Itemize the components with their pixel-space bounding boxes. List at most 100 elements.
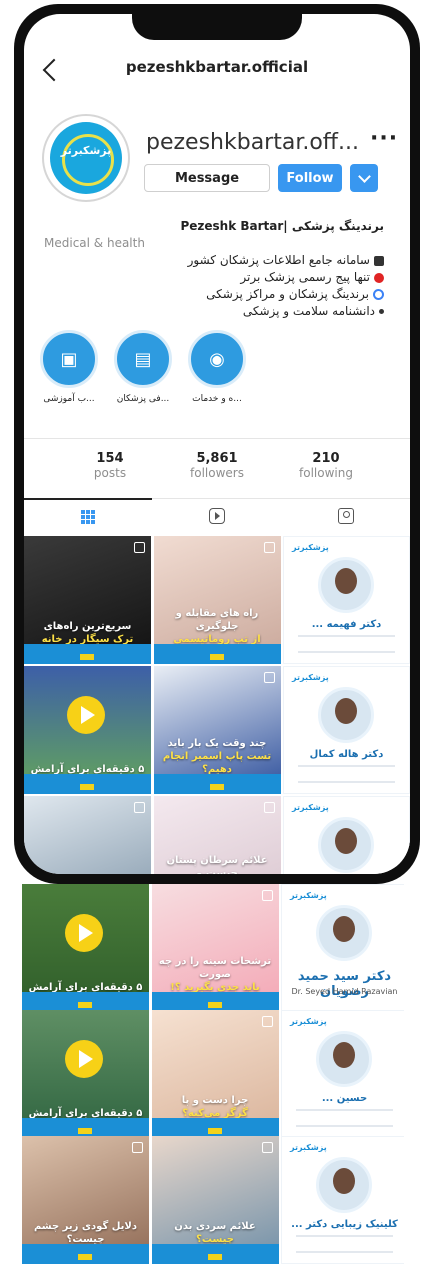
post-thumbnail[interactable]: چرا دست و پا گزگز می‌کنه؟ bbox=[151, 1010, 279, 1138]
message-button[interactable]: Message bbox=[144, 164, 270, 192]
brand-logo-small: پزشکبرتر bbox=[292, 803, 329, 812]
post-thumbnail[interactable]: ۵ دقیقه‌ای برای آرامش bbox=[22, 1010, 149, 1138]
stat-followers[interactable]: 5,861 followers bbox=[167, 451, 267, 480]
tab-tagged[interactable] bbox=[282, 499, 410, 533]
post-thumbnail[interactable]: علائم سرطان پستان چیست وچطور آنها را تشخ… bbox=[153, 796, 281, 874]
post-thumbnail[interactable]: چند وقت یک بار باید تست پاپ اسمیر انجام د… bbox=[153, 666, 281, 794]
post-caption: علائم سرطان پستان چیست وچطور آنها را تشخ… bbox=[158, 854, 277, 874]
post-thumbnail[interactable]: ترشحات سینه را در چه صورت باید جدی بگیرید… bbox=[151, 884, 279, 1012]
highlight-doctors[interactable]: ▤ ...فی پزشکان bbox=[110, 330, 176, 404]
avatar[interactable]: پزشکبرتر bbox=[42, 114, 130, 202]
play-icon bbox=[67, 696, 105, 734]
doctor-subtitle-lines bbox=[298, 765, 395, 783]
doctor-name-english: Dr. Seyed Hamid Razavian bbox=[291, 987, 398, 996]
chevron-down-icon bbox=[357, 169, 371, 183]
post-logo-tag bbox=[80, 784, 94, 790]
tagged-user-icon bbox=[338, 508, 354, 524]
doctor-post-thumbnail[interactable]: پزشکبرتر دکتر سید حمید رضویان Dr. Seyed Ha… bbox=[281, 884, 404, 1012]
highlight-services[interactable]: ◉ ...ه و خدمات bbox=[184, 330, 250, 404]
bullet-icon bbox=[379, 309, 384, 314]
doctor-name: دکتر فهیمه ... bbox=[311, 619, 382, 630]
magnifier-icon bbox=[373, 289, 384, 300]
doctor-photo bbox=[316, 1157, 372, 1213]
post-thumbnail[interactable]: ۵ دقیقه‌ای برای آرامش bbox=[24, 666, 151, 794]
stat-following[interactable]: 210 following bbox=[276, 451, 376, 480]
post-caption-text: علائم سردی بدن bbox=[174, 1221, 256, 1232]
bio-name: Pezeshk Bartar| برندینگ پزشکی bbox=[180, 219, 384, 233]
post-caption-text: چند وقت یک بار باید bbox=[167, 738, 267, 749]
doctor-subtitle-lines bbox=[296, 1235, 393, 1253]
stat-posts[interactable]: 154 posts bbox=[60, 451, 160, 480]
highlight-education[interactable]: ▣ ...ب آموزشی bbox=[36, 330, 102, 404]
post-caption: دلایل گودی زیر چشم چیست؟ bbox=[26, 1220, 145, 1246]
tab-reels[interactable] bbox=[153, 499, 281, 533]
doctor-post-thumbnail[interactable]: پزشکبرتر حسین ... bbox=[281, 1010, 404, 1138]
highlight-icon: ▤ bbox=[114, 330, 172, 388]
bio-line-text: تنها پیج رسمی پزشک برتر bbox=[240, 270, 370, 284]
post-caption-highlight: تست پاپ اسمیر انجام دهیم؟ bbox=[162, 751, 272, 775]
bio-line: برندینگ پزشکان و مراکز پزشکی bbox=[44, 286, 384, 303]
bio-line: تنها پیج رسمی پزشک برتر bbox=[44, 269, 384, 286]
brand-logo-small: پزشکبرتر bbox=[292, 543, 329, 552]
red-circle-icon bbox=[374, 272, 384, 283]
post-caption: علائم سردی بدن چیست؟ bbox=[156, 1220, 275, 1246]
carousel-icon bbox=[261, 890, 273, 901]
post-logo-tag bbox=[80, 654, 94, 660]
post-thumbnail[interactable]: سریع‌ترین راه‌های ترک سیگار در خانه bbox=[24, 536, 151, 664]
avatar-logo: پزشکبرتر bbox=[50, 122, 122, 194]
play-icon bbox=[65, 914, 103, 952]
post-caption: چرا دست و پا گزگز می‌کنه؟ bbox=[156, 1094, 275, 1120]
brand-logo-small: پزشکبرتر bbox=[290, 1143, 327, 1152]
post-thumbnail[interactable]: علائم سردی بدن چیست؟ bbox=[151, 1136, 279, 1264]
bio-line-text: دانشنامه سلامت و پزشکی bbox=[242, 304, 375, 318]
post-thumbnail[interactable]: ۵ دقیقه‌ای برای آرامش bbox=[22, 884, 149, 1012]
carousel-icon bbox=[263, 802, 275, 813]
brand-logo-small: پزشکبرتر bbox=[290, 1017, 327, 1026]
doctor-post-thumbnail[interactable]: پزشکبرتر دکتر هاله کمال bbox=[283, 666, 410, 794]
tab-posts-grid[interactable] bbox=[24, 498, 152, 534]
profile-stats: 154 posts 5,861 followers 210 following bbox=[24, 438, 410, 499]
highlight-label: ...ب آموزشی bbox=[43, 394, 95, 404]
bio-category: Medical & health bbox=[44, 236, 145, 250]
more-options-icon[interactable]: ··· bbox=[370, 126, 398, 151]
doctor-post-thumbnail[interactable]: پزشکبرتر کلینیک زیبایی دکتر ... bbox=[281, 1136, 404, 1264]
post-logo-tag bbox=[207, 1254, 222, 1260]
follow-button[interactable]: Follow bbox=[278, 164, 342, 192]
carousel-icon bbox=[134, 542, 145, 553]
followers-count: 5,861 bbox=[196, 451, 238, 466]
doctor-subtitle-lines bbox=[298, 635, 395, 653]
doctor-photo bbox=[316, 905, 372, 961]
post-caption: سریع‌ترین راه‌های ترک سیگار در خانه bbox=[28, 620, 147, 646]
post-caption-text: دلایل گودی زیر چشم چیست؟ bbox=[33, 1221, 138, 1245]
post-thumbnail[interactable]: راه های مقابله و جلوگیری از تب روماتیسمی bbox=[153, 536, 281, 664]
profile-tabs bbox=[24, 498, 410, 535]
phone-notch bbox=[132, 14, 302, 40]
followers-label: followers bbox=[190, 466, 244, 480]
doctor-post-thumbnail[interactable]: پزشکبرتردکتر امیر پرویز ... bbox=[283, 796, 410, 874]
bio-line: دانشنامه سلامت و پزشکی bbox=[44, 303, 384, 320]
post-thumbnail[interactable]: فواید عطسه برای بدن bbox=[24, 796, 151, 874]
highlight-icon: ◉ bbox=[188, 330, 246, 388]
highlight-label: ...فی پزشکان bbox=[116, 394, 170, 404]
posts-count: 154 bbox=[96, 451, 124, 466]
doctor-post-thumbnail[interactable]: پزشکبرتر دکتر فهیمه ... bbox=[283, 536, 410, 664]
avatar-ring bbox=[62, 134, 114, 186]
post-thumbnail[interactable]: دلایل گودی زیر چشم چیست؟ bbox=[22, 1136, 149, 1264]
post-caption: ترشحات سینه را در چه صورت باید جدی بگیرید… bbox=[156, 955, 275, 994]
carousel-icon bbox=[132, 1142, 143, 1153]
post-caption-text: علائم سرطان پستان چیست و bbox=[166, 855, 268, 874]
doctor-photo bbox=[318, 687, 374, 743]
doctor-photo bbox=[318, 557, 374, 613]
highlight-icon: ▣ bbox=[40, 330, 98, 388]
carousel-icon bbox=[263, 672, 275, 683]
reels-icon bbox=[209, 508, 225, 524]
carousel-icon bbox=[261, 1016, 273, 1027]
following-count: 210 bbox=[312, 451, 340, 466]
avatar-logo-text: پزشکبرتر bbox=[60, 144, 112, 157]
post-caption: چند وقت یک بار باید تست پاپ اسمیر انجام د… bbox=[158, 737, 277, 776]
top-bar: pezeshkbartar.official bbox=[24, 56, 410, 96]
carousel-icon bbox=[261, 1142, 273, 1153]
post-caption-text: ترشحات سینه را در چه صورت bbox=[158, 956, 272, 980]
suggested-dropdown-button[interactable] bbox=[350, 164, 378, 192]
post-caption-text: راه های مقابله و جلوگیری bbox=[175, 608, 259, 632]
